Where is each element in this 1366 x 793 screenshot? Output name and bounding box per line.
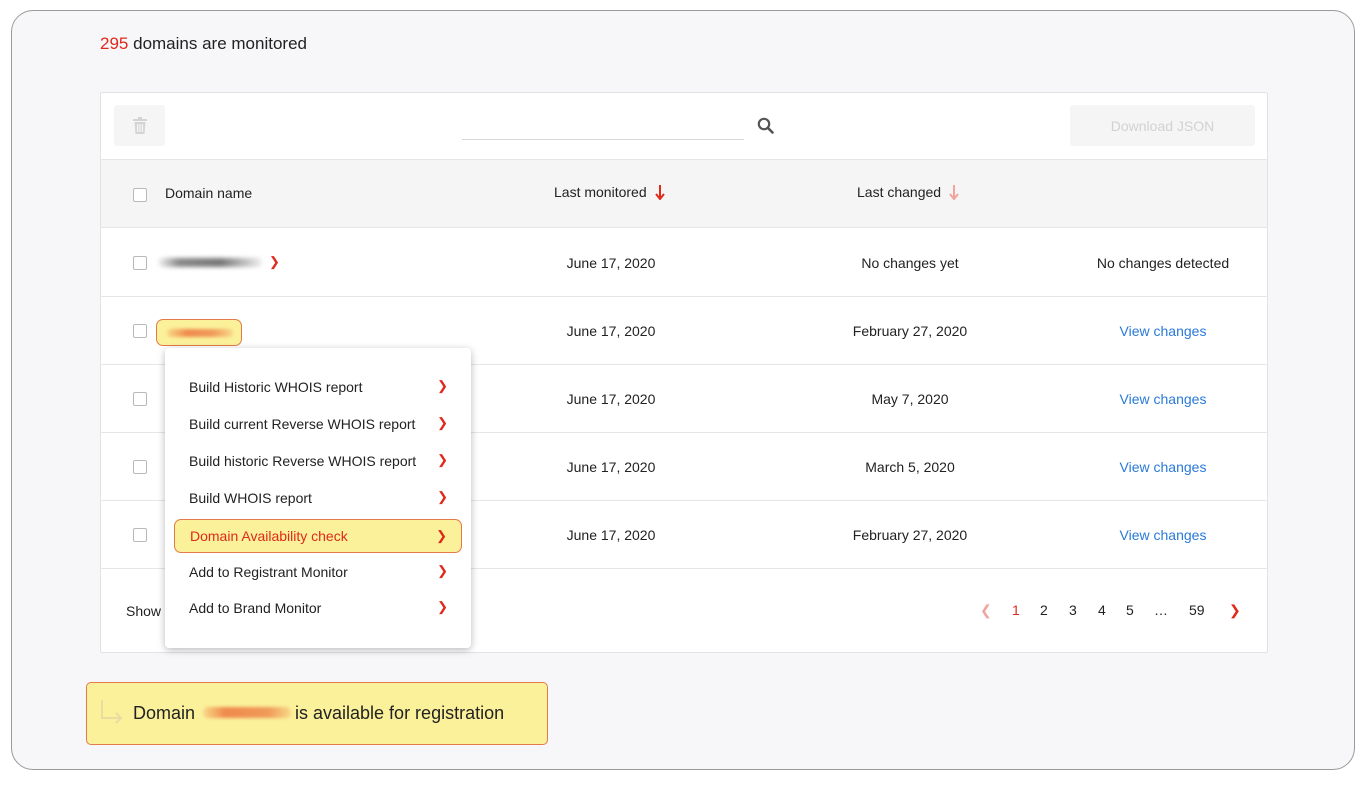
select-all-checkbox[interactable] <box>133 188 147 202</box>
last-monitored-cell: June 17, 2020 <box>566 526 656 543</box>
menu-item-label: Add to Brand Monitor <box>189 600 322 616</box>
column-domain-name[interactable]: Domain name <box>165 185 252 201</box>
search-icon[interactable] <box>757 117 775 135</box>
view-changes-link[interactable]: View changes <box>1063 501 1263 568</box>
sort-desc-icon <box>654 185 665 200</box>
pagination-page[interactable]: 4 <box>1098 602 1106 618</box>
view-changes-link[interactable]: View changes <box>1063 433 1263 500</box>
chevron-right-icon: ❯ <box>436 528 447 543</box>
pagination-page[interactable]: 2 <box>1040 602 1048 618</box>
last-monitored-cell: June 17, 2020 <box>566 458 656 475</box>
pagination-page-last[interactable]: 59 <box>1189 602 1205 618</box>
chevron-right-icon: ❯ <box>437 378 448 393</box>
column-domain-name-label: Domain name <box>165 185 253 201</box>
domain-name-highlighted[interactable] <box>156 319 242 346</box>
pagination-page[interactable]: 5 <box>1126 602 1134 618</box>
last-changed-cell: March 5, 2020 <box>865 458 955 475</box>
chevron-right-icon: ❯ <box>437 563 448 578</box>
row-checkbox[interactable] <box>133 528 147 542</box>
menu-item-domain-availability[interactable]: Domain Availability check ❯ <box>174 519 462 553</box>
pagination-page[interactable]: 3 <box>1069 602 1077 618</box>
menu-item-label: Build current Reverse WHOIS report <box>189 416 416 432</box>
menu-item-brand-monitor[interactable]: Add to Brand Monitor ❯ <box>174 591 462 625</box>
column-last-monitored-label: Last monitored <box>554 184 647 200</box>
menu-item-label: Add to Registrant Monitor <box>189 564 348 580</box>
last-changed-cell: February 27, 2020 <box>852 322 968 339</box>
result-prefix: Domain <box>133 703 196 723</box>
delete-button[interactable] <box>114 105 165 146</box>
column-last-monitored[interactable]: Last monitored <box>554 184 665 200</box>
last-changed-cell: February 27, 2020 <box>852 526 968 543</box>
menu-item-whois-report[interactable]: Build WHOIS report ❯ <box>174 481 462 515</box>
search-underline <box>462 139 744 140</box>
pagination-next-icon[interactable]: ❯ <box>1229 602 1241 619</box>
trash-icon <box>132 117 147 134</box>
domain-context-menu: Build Historic WHOIS report ❯ Build curr… <box>165 348 471 648</box>
row-checkbox[interactable] <box>133 324 147 338</box>
table-header: Domain name Last monitored Last changed <box>101 159 1267 228</box>
last-monitored-cell: June 17, 2020 <box>566 322 656 339</box>
chevron-right-icon: ❯ <box>437 489 448 504</box>
menu-item-registrant-monitor[interactable]: Add to Registrant Monitor ❯ <box>174 555 462 589</box>
last-monitored-cell: June 17, 2020 <box>566 390 656 407</box>
chevron-right-icon[interactable]: ❯ <box>269 254 280 270</box>
chevron-right-icon: ❯ <box>437 599 448 614</box>
menu-item-historic-reverse-whois[interactable]: Build historic Reverse WHOIS report ❯ <box>174 444 462 478</box>
pagination-prev-icon[interactable]: ❮ <box>980 602 992 619</box>
search-input[interactable] <box>462 111 744 138</box>
table-row: ❯ June 17, 2020 No changes yet No change… <box>101 229 1267 297</box>
row-checkbox[interactable] <box>133 256 147 270</box>
table-toolbar: Download JSON <box>101 93 1267 159</box>
last-changed-cell: No changes yet <box>861 254 959 271</box>
return-arrow-icon <box>101 700 123 724</box>
last-changed-cell: May 7, 2020 <box>871 390 949 407</box>
chevron-right-icon: ❯ <box>437 452 448 467</box>
availability-result-callout: Domain is available for registration <box>86 682 548 745</box>
sort-desc-icon <box>949 185 959 200</box>
last-monitored-cell: June 17, 2020 <box>566 254 656 271</box>
chevron-right-icon: ❯ <box>437 415 448 430</box>
monitored-count-label: domains are monitored <box>133 34 307 53</box>
monitored-count-heading: 295 domains are monitored <box>100 34 307 54</box>
column-last-changed[interactable]: Last changed <box>857 184 959 200</box>
menu-item-current-reverse-whois[interactable]: Build current Reverse WHOIS report ❯ <box>174 407 462 441</box>
menu-item-label: Domain Availability check <box>190 528 348 544</box>
monitored-count: 295 <box>100 34 129 53</box>
row-checkbox[interactable] <box>133 460 147 474</box>
changes-status: No changes detected <box>1096 254 1230 271</box>
rows-per-page-label: Show <box>126 603 162 619</box>
domain-name-redacted <box>167 329 233 337</box>
row-checkbox[interactable] <box>133 392 147 406</box>
download-json-button[interactable]: Download JSON <box>1070 105 1255 146</box>
column-last-changed-label: Last changed <box>857 184 942 200</box>
result-message: is available for registration <box>295 703 505 723</box>
domain-name-redacted <box>203 707 291 718</box>
menu-item-label: Build WHOIS report <box>189 490 312 506</box>
view-changes-link[interactable]: View changes <box>1063 297 1263 364</box>
menu-item-historic-whois[interactable]: Build Historic WHOIS report ❯ <box>174 370 462 404</box>
menu-item-label: Build historic Reverse WHOIS report <box>189 453 417 469</box>
pagination-page-current[interactable]: 1 <box>1012 602 1020 618</box>
domain-name-redacted[interactable] <box>158 258 262 267</box>
view-changes-link[interactable]: View changes <box>1063 365 1263 432</box>
pagination-ellipsis: … <box>1154 602 1168 618</box>
menu-item-label: Build Historic WHOIS report <box>189 379 363 395</box>
